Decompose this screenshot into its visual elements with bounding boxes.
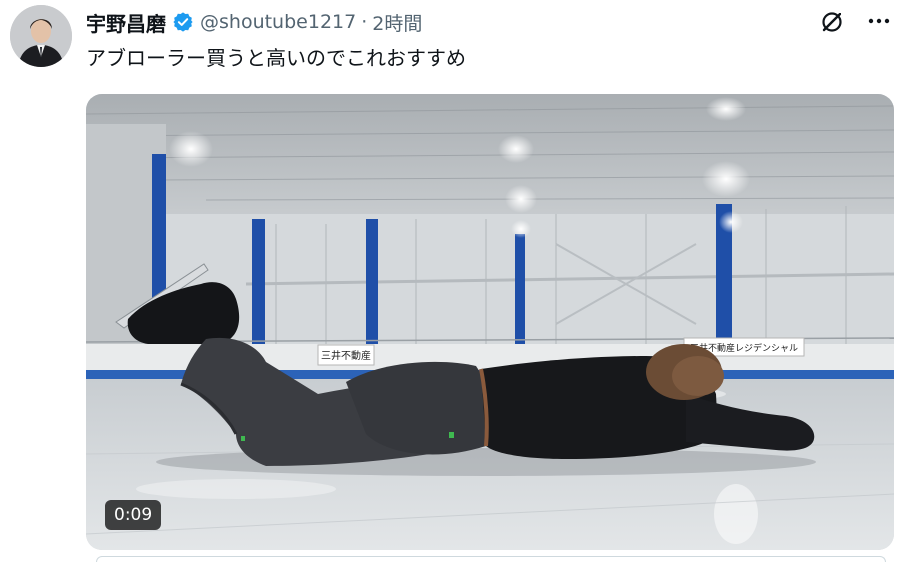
grok-button[interactable] bbox=[818, 6, 848, 36]
separator-dot: · bbox=[361, 11, 368, 33]
display-name[interactable]: 宇野昌磨 bbox=[86, 8, 166, 37]
more-options-button[interactable] bbox=[864, 6, 894, 36]
avatar[interactable] bbox=[10, 5, 72, 67]
more-options-icon bbox=[868, 18, 890, 24]
verified-badge-icon bbox=[172, 11, 194, 33]
tweet-header: 宇野昌磨 @shoutube1217 · 2時間 bbox=[86, 8, 422, 36]
tweet-text: アブローラー買うと高いのでこれおすすめ bbox=[86, 46, 466, 70]
grok-icon bbox=[822, 10, 844, 32]
avatar-image bbox=[10, 5, 72, 67]
author-handle[interactable]: @shoutube1217 bbox=[200, 11, 356, 33]
video-thumbnail: 三井不動産 三井不動産レジデンシャル bbox=[86, 94, 894, 550]
tweet-post: 宇野昌磨 @shoutube1217 · 2時間 アブローラー買うと高いのでこれ… bbox=[0, 0, 908, 562]
timestamp[interactable]: 2時間 bbox=[372, 9, 422, 36]
next-card-edge bbox=[96, 556, 886, 562]
header-actions bbox=[818, 6, 894, 36]
video-duration-badge: 0:09 bbox=[105, 500, 162, 530]
video-player[interactable]: 三井不動産 三井不動産レジデンシャル 0:09 bbox=[86, 94, 894, 550]
rink-sign-left: 三井不動産 bbox=[321, 349, 371, 362]
